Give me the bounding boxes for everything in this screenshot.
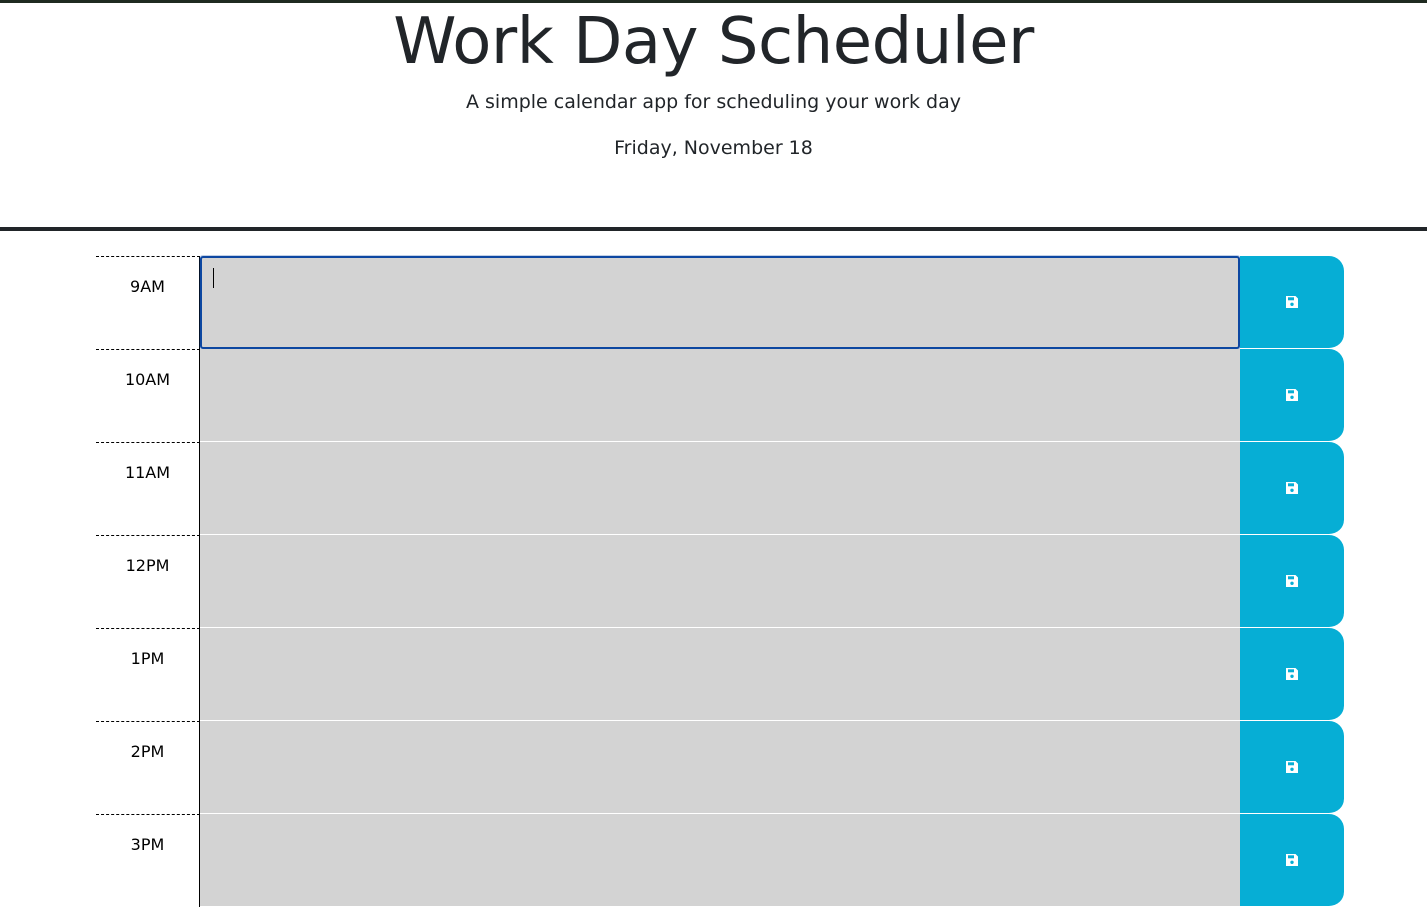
header-divider — [0, 227, 1427, 231]
save-button[interactable] — [1240, 814, 1344, 907]
save-button[interactable] — [1240, 256, 1344, 349]
floppy-disk-icon — [1286, 668, 1298, 680]
event-description-input[interactable] — [200, 256, 1240, 349]
timeblock-row: 3PM — [96, 814, 1344, 907]
save-button[interactable] — [1240, 721, 1344, 814]
timeblock-list: 9AM 10AM 11AM 12PM 1PM 2PM 3PM — [96, 256, 1344, 907]
hour-label: 3PM — [96, 814, 200, 907]
hour-label: 2PM — [96, 721, 200, 814]
timeblock-row: 1PM — [96, 628, 1344, 721]
save-button[interactable] — [1240, 442, 1344, 535]
timeblock-row: 11AM — [96, 442, 1344, 535]
hour-label: 1PM — [96, 628, 200, 721]
save-button[interactable] — [1240, 349, 1344, 442]
floppy-disk-icon — [1286, 854, 1298, 866]
hour-label: 9AM — [96, 256, 200, 349]
timeblock-row: 10AM — [96, 349, 1344, 442]
hour-label: 11AM — [96, 442, 200, 535]
floppy-disk-icon — [1286, 761, 1298, 773]
event-description-input[interactable] — [200, 814, 1240, 907]
timeblock-row: 9AM — [96, 256, 1344, 349]
floppy-disk-icon — [1286, 389, 1298, 401]
save-button[interactable] — [1240, 628, 1344, 721]
floppy-disk-icon — [1286, 482, 1298, 494]
event-description-input[interactable] — [200, 442, 1240, 535]
current-day: Friday, November 18 — [614, 137, 813, 159]
timeblock-row: 2PM — [96, 721, 1344, 814]
event-description-input[interactable] — [200, 721, 1240, 814]
page-subtitle: A simple calendar app for scheduling you… — [465, 91, 962, 113]
header: Work Day Scheduler A simple calendar app… — [0, 3, 1427, 228]
event-description-input[interactable] — [200, 535, 1240, 628]
timeblock-row: 12PM — [96, 535, 1344, 628]
event-description-input[interactable] — [200, 628, 1240, 721]
hour-label: 12PM — [96, 535, 200, 628]
save-button[interactable] — [1240, 535, 1344, 628]
floppy-disk-icon — [1286, 575, 1298, 587]
floppy-disk-icon — [1286, 296, 1298, 308]
hour-label: 10AM — [96, 349, 200, 442]
text-cursor — [213, 268, 214, 288]
event-description-input[interactable] — [200, 349, 1240, 442]
page-title: Work Day Scheduler — [393, 5, 1034, 79]
